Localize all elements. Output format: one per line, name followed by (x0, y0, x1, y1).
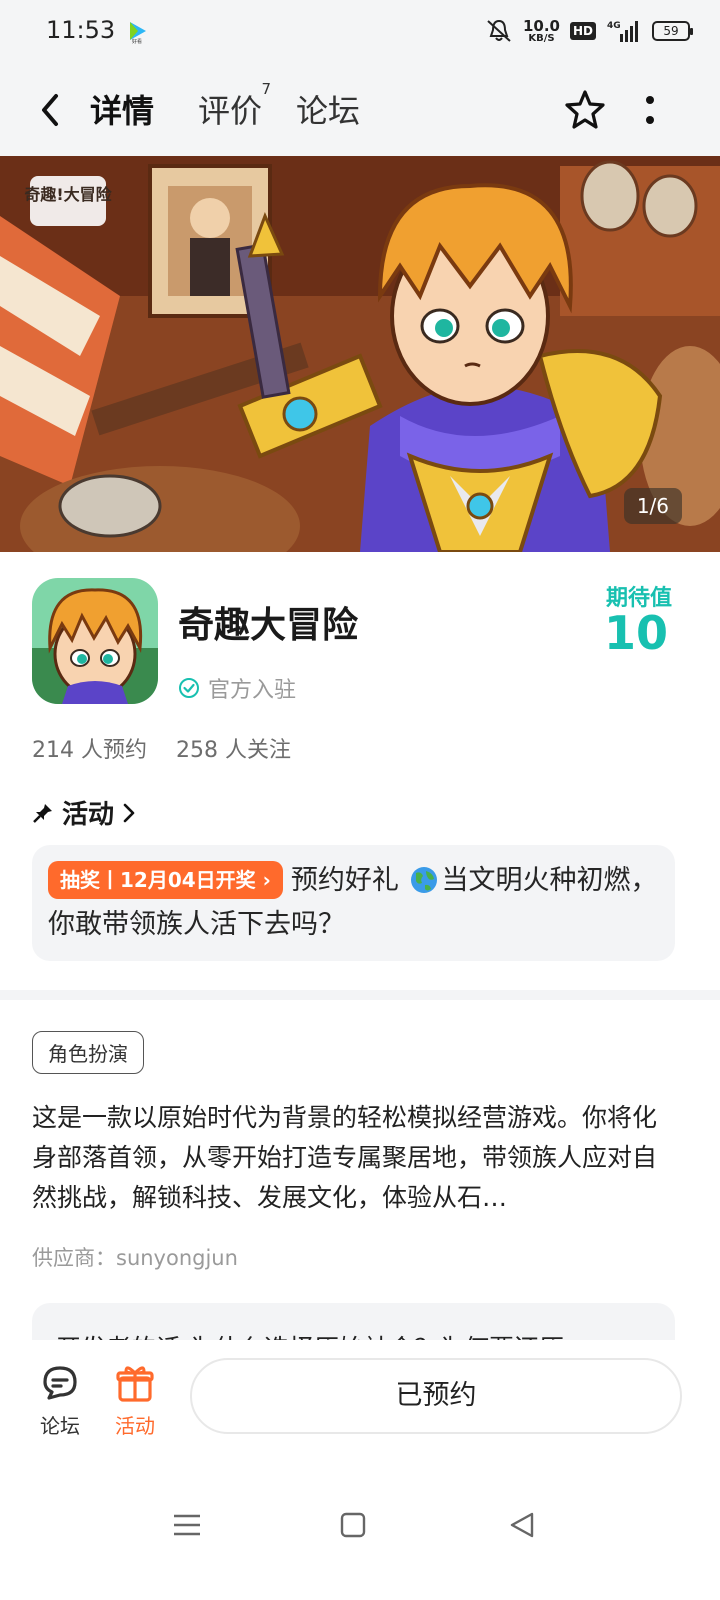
tab-reviews[interactable]: 评价 7 (198, 80, 271, 132)
review-count-badge: 7 (261, 80, 272, 98)
more-options-icon[interactable] (640, 90, 660, 130)
home-square-icon[interactable] (336, 1508, 370, 1542)
pin-icon (33, 803, 52, 823)
chevron-right-icon (123, 803, 135, 822)
system-nav-bar (0, 1480, 720, 1600)
svg-text:4G: 4G (607, 21, 621, 31)
official-badge: 官方入驻 (178, 672, 296, 704)
banner-logo-text: 奇趣!大冒险 (24, 185, 112, 204)
lottery-tag[interactable]: 抽奖丨12月04日开奖 › (48, 861, 283, 899)
banner-artwork: 奇趣!大冒险 (0, 156, 720, 552)
network-speed: 10.0 KB/S (522, 16, 560, 44)
status-bar: 11:53 好看 10.0 KB/S HD 4G 59 (0, 0, 720, 64)
back-triangle-icon[interactable] (506, 1508, 540, 1542)
game-app-icon (32, 578, 158, 704)
bottom-forum-button[interactable]: 论坛 (30, 1362, 90, 1439)
genre-tag[interactable]: 角色扮演 (32, 1031, 144, 1074)
game-description[interactable]: 这是一款以原始时代为背景的轻松模拟经营游戏。你将化身部落首领，从零开始打造专属聚… (32, 1098, 677, 1218)
video-app-icon: 好看 (130, 22, 146, 44)
section-divider (0, 990, 720, 1000)
bottom-action-bar: 论坛 活动 已预约 (0, 1340, 720, 1480)
svg-text:好看: 好看 (132, 38, 142, 44)
follower-count: 258 人关注 (176, 738, 291, 763)
activity-section-link[interactable]: 活动 (32, 794, 136, 831)
banner-page-counter: 1/6 (623, 488, 682, 524)
battery-indicator: 59 (652, 21, 693, 41)
game-title: 奇趣大冒险 (178, 605, 359, 646)
globe-emoji-icon (411, 867, 438, 893)
forum-chat-icon (43, 1366, 77, 1400)
status-icons: 10.0 KB/S HD 4G 59 (485, 16, 693, 46)
status-time: 11:53 (46, 16, 116, 44)
menu-icon[interactable] (170, 1508, 204, 1542)
bottom-activity-button[interactable]: 活动 (105, 1362, 165, 1439)
tab-forum[interactable]: 论坛 (296, 86, 360, 132)
gift-icon (116, 1366, 154, 1402)
favorite-star-icon[interactable] (563, 88, 607, 132)
back-arrow-icon[interactable] (34, 88, 66, 132)
screenshot-banner[interactable]: 奇趣!大冒险 1/6 (0, 156, 720, 552)
top-nav: 详情 评价 7 论坛 (0, 64, 720, 156)
signal-icon: 4G (607, 21, 638, 42)
verified-check-icon (179, 678, 199, 698)
app-page: 11:53 好看 10.0 KB/S HD 4G 59 详情 评价 7 论坛 奇… (0, 0, 720, 1600)
tab-details[interactable]: 详情 (84, 86, 161, 138)
hd-badge: HD (569, 22, 596, 40)
reservation-count: 214 人预约 (32, 738, 147, 763)
activity-card[interactable]: 抽奖丨12月04日开奖 › 预约好礼 当文明火种初燃，你敢带领族人活下去吗？ (32, 845, 675, 961)
mute-bell-icon (487, 19, 511, 42)
supplier-info: 供应商：sunyongjun (32, 1246, 238, 1270)
game-icon-artwork (32, 578, 158, 704)
game-stats: 214 人预约 258 人关注 (32, 732, 291, 764)
reserved-button[interactable]: 已预约 (190, 1358, 682, 1434)
expectation-score: 10 (603, 606, 668, 660)
